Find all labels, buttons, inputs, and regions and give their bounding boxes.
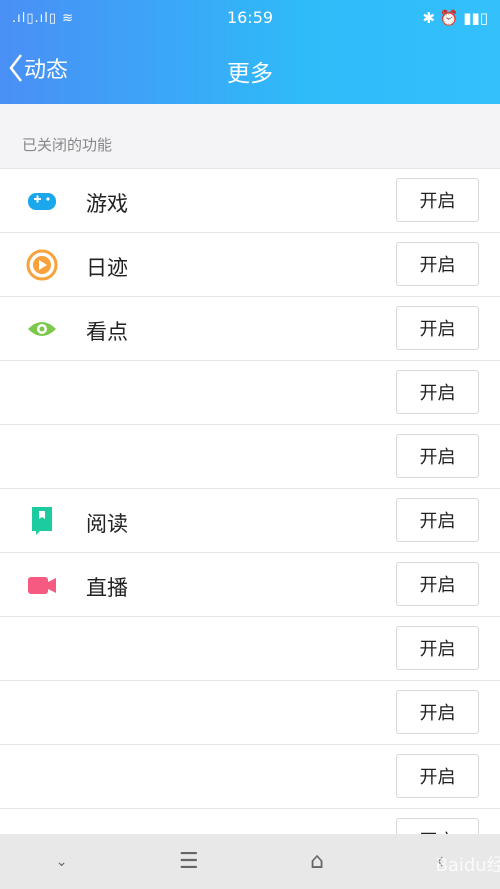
item-label: 直播 [86, 576, 128, 600]
list-item: 开启 [0, 681, 500, 745]
system-nav-bar: ⌄ ☰ ⌂ ‹Baidu经验 [0, 834, 500, 889]
book-icon [32, 507, 52, 535]
enable-button[interactable]: 开启 [396, 434, 479, 478]
back-icon[interactable]: ‹Baidu经验 [435, 849, 500, 876]
header: .ıl▯.ıl▯ ≋ 16:59 ✱ ⏰ ▮▮▯ 动态 更多 [0, 0, 500, 104]
enable-button[interactable]: 开启 [396, 754, 479, 798]
video-camera-icon [28, 577, 56, 594]
enable-button[interactable]: 开启 [396, 562, 479, 606]
item-label: 游戏 [86, 192, 128, 216]
status-bar: .ıl▯.ıl▯ ≋ 16:59 ✱ ⏰ ▮▮▯ [0, 0, 500, 36]
list-item: 看点 开启 [0, 297, 500, 361]
enable-button[interactable]: 开启 [396, 178, 479, 222]
enable-button[interactable]: 开启 [396, 498, 479, 542]
list-item: 日迹 开启 [0, 233, 500, 297]
enable-button[interactable]: 开启 [396, 242, 479, 286]
list-item: 阅读 开启 [0, 489, 500, 553]
play-circle-icon [26, 249, 58, 281]
eye-icon [28, 322, 56, 336]
item-label: 看点 [86, 320, 128, 344]
clock: 16:59 [226, 8, 274, 27]
feature-list: 游戏开启日迹开启看点开启开启开启阅读开启直播开启开启开启开启开启 [0, 168, 500, 873]
list-item: 开启 [0, 617, 500, 681]
menu-icon[interactable]: ☰ [179, 849, 199, 874]
list-item: 开启 [0, 361, 500, 425]
list-item: 开启 [0, 425, 500, 489]
enable-button[interactable]: 开启 [396, 690, 479, 734]
enable-button[interactable]: 开启 [396, 626, 479, 670]
list-item: 游戏 开启 [0, 169, 500, 233]
home-icon[interactable]: ⌂ [310, 849, 324, 874]
page-title: 更多 [227, 61, 273, 87]
chevron-down-icon[interactable]: ⌄ [56, 854, 68, 870]
gamepad-icon [28, 193, 56, 210]
enable-button[interactable]: 开启 [396, 370, 479, 414]
watermark: Baidu经验 [435, 855, 500, 876]
item-label: 阅读 [86, 512, 128, 536]
enable-button[interactable]: 开启 [396, 306, 479, 350]
list-item: 直播 开启 [0, 553, 500, 617]
item-label: 日迹 [86, 256, 128, 280]
list-item: 开启 [0, 745, 500, 809]
section-title: 已关闭的功能 [22, 136, 113, 154]
